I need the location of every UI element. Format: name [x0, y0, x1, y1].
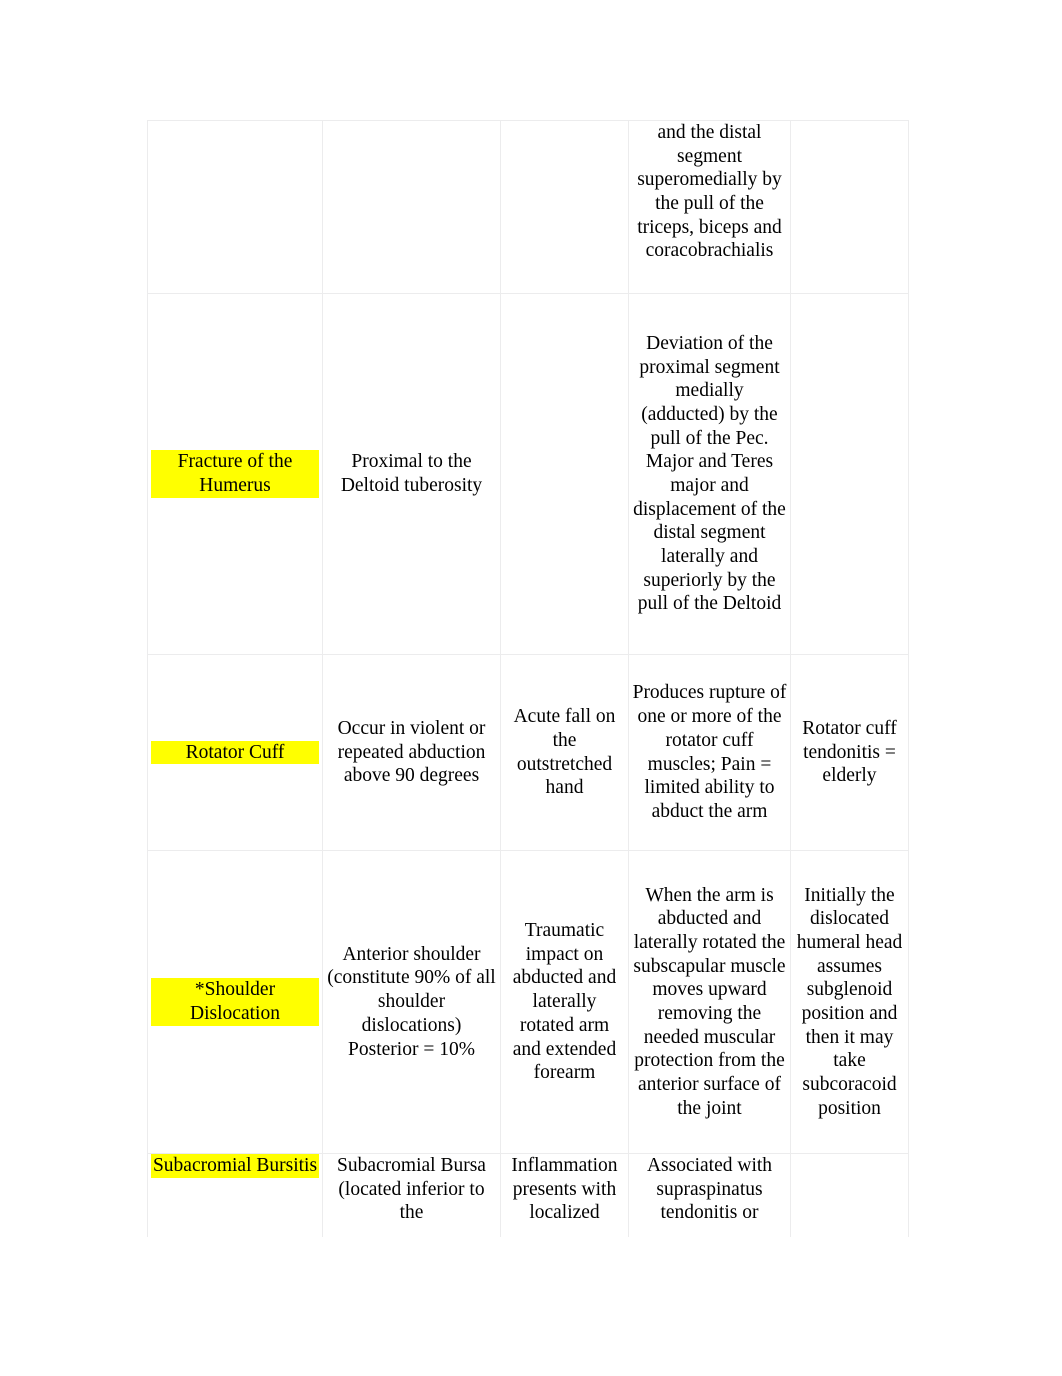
- document-page: and the distal segment superomedially by…: [0, 0, 1062, 1376]
- cell-description: When the arm is abducted and laterally r…: [628, 850, 791, 1154]
- table-row: *Shoulder Dislocation Anterior shoulder …: [147, 850, 909, 1154]
- cell-condition: [147, 120, 323, 294]
- description-text: When the arm is abducted and laterally r…: [633, 884, 786, 1119]
- cell-description: Deviation of the proximal segment medial…: [628, 293, 791, 655]
- table-row: Subacromial Bursitis Subacromial Bursa (…: [147, 1153, 909, 1243]
- mechanism-text: Traumatic impact on abducted and lateral…: [512, 920, 617, 1084]
- cell-condition: Rotator Cuff: [147, 654, 323, 851]
- cell-location: [322, 120, 501, 294]
- cell-description: Associated with supraspinatus tendonitis…: [628, 1153, 791, 1243]
- mechanism-text: Acute fall on the outstretched hand: [513, 706, 616, 799]
- cell-description: and the distal segment superomedially by…: [628, 120, 791, 294]
- location-text: Proximal to the Deltoid tuberosity: [340, 451, 483, 496]
- cell-notes: [790, 293, 909, 655]
- cell-location: Subacromial Bursa (located inferior to t…: [322, 1153, 501, 1243]
- condition-text: Subacromial Bursitis: [151, 1154, 319, 1178]
- table-row: Fracture of the Humerus Proximal to the …: [147, 293, 909, 655]
- notes-text: Rotator cuff tendonitis = elderly: [802, 717, 897, 787]
- condition-text: *Shoulder Dislocation: [151, 978, 319, 1026]
- cell-mechanism: Acute fall on the outstretched hand: [500, 654, 629, 851]
- location-text: Anterior shoulder (constitute 90% of all…: [327, 943, 496, 1060]
- cell-notes: [790, 1153, 909, 1243]
- shoulder-pathology-table: and the distal segment superomedially by…: [147, 120, 909, 1243]
- table-row: and the distal segment superomedially by…: [147, 120, 909, 294]
- cell-notes: [790, 120, 909, 294]
- cell-condition: Subacromial Bursitis: [147, 1153, 323, 1243]
- description-text: Produces rupture of one or more of the r…: [632, 682, 787, 822]
- table-container: and the distal segment superomedially by…: [147, 120, 909, 1243]
- cell-notes: Initially the dislocated humeral head as…: [790, 850, 909, 1154]
- cell-description: Produces rupture of one or more of the r…: [628, 654, 791, 851]
- description-text: and the distal segment superomedially by…: [637, 122, 782, 262]
- mechanism-text: Inflammation presents with localized: [511, 1155, 618, 1224]
- location-text: Occur in violent or repeated abduction a…: [337, 717, 486, 787]
- table-row: Rotator Cuff Occur in violent or repeate…: [147, 654, 909, 851]
- page-bottom-margin: [0, 1237, 1062, 1376]
- description-text: Associated with supraspinatus tendonitis…: [646, 1155, 773, 1224]
- cell-mechanism: [500, 293, 629, 655]
- cell-mechanism: Inflammation presents with localized: [500, 1153, 629, 1243]
- cell-location: Anterior shoulder (constitute 90% of all…: [322, 850, 501, 1154]
- cell-notes: Rotator cuff tendonitis = elderly: [790, 654, 909, 851]
- cell-location: Proximal to the Deltoid tuberosity: [322, 293, 501, 655]
- condition-text: Fracture of the Humerus: [151, 450, 319, 498]
- notes-text: Initially the dislocated humeral head as…: [796, 884, 903, 1119]
- location-text: Subacromial Bursa (located inferior to t…: [337, 1155, 486, 1224]
- condition-text: Rotator Cuff: [151, 740, 319, 765]
- cell-condition: Fracture of the Humerus: [147, 293, 323, 655]
- description-text: Deviation of the proximal segment medial…: [633, 332, 786, 615]
- cell-mechanism: [500, 120, 629, 294]
- cell-location: Occur in violent or repeated abduction a…: [322, 654, 501, 851]
- cell-mechanism: Traumatic impact on abducted and lateral…: [500, 850, 629, 1154]
- cell-condition: *Shoulder Dislocation: [147, 850, 323, 1154]
